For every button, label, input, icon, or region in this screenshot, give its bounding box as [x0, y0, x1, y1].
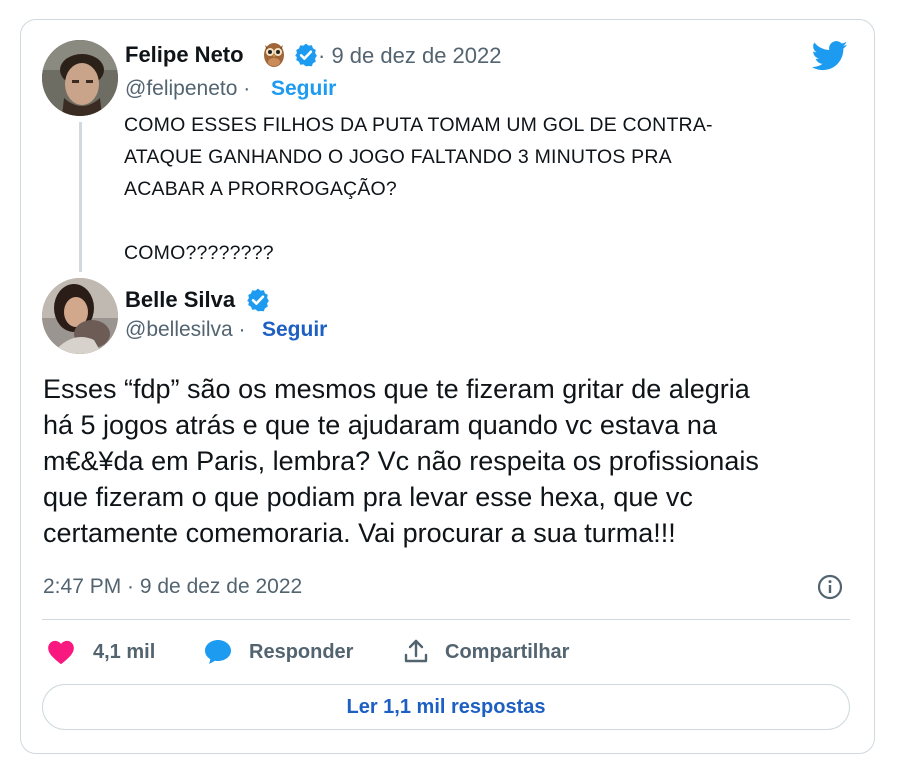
- verified-badge-icon: [247, 288, 269, 312]
- divider: [42, 619, 850, 620]
- reply-button[interactable]: Responder: [203, 636, 353, 668]
- quoted-tweet-text: COMO ESSES FILHOS DA PUTA TOMAM UM GOL D…: [124, 114, 713, 264]
- share-label: Compartilhar: [445, 640, 570, 663]
- thread-connector-line: [79, 122, 82, 272]
- reply-author-handle[interactable]: @bellesilva ·: [125, 318, 246, 342]
- quoted-tweet-date[interactable]: · 9 de dez de 2022: [318, 43, 501, 69]
- reply-author-name[interactable]: Belle Silva: [125, 287, 235, 313]
- share-icon: [404, 639, 428, 663]
- follow-belle-button[interactable]: Seguir: [262, 318, 327, 342]
- reply-tweet-text: Esses “fdp” são os mesmos que te fizeram…: [43, 374, 759, 548]
- verified-badge-icon: [295, 43, 317, 67]
- speech-bubble-icon: [205, 640, 231, 664]
- reply-label: Responder: [249, 640, 354, 663]
- read-replies-button[interactable]: Ler 1,1 mil respostas: [42, 684, 850, 730]
- heart-icon: [48, 640, 74, 665]
- quoted-author-name[interactable]: Felipe Neto: [125, 42, 244, 68]
- quoted-author-handle[interactable]: @felipeneto ·: [125, 77, 250, 101]
- follow-felipe-button[interactable]: Seguir: [271, 77, 336, 101]
- avatar-belle-silva[interactable]: [42, 278, 118, 354]
- share-button[interactable]: Compartilhar: [403, 636, 569, 668]
- avatar-felipe-neto[interactable]: [42, 40, 118, 116]
- twitter-bird-icon[interactable]: [812, 40, 848, 72]
- like-button[interactable]: 4,1 mil: [47, 636, 155, 668]
- info-icon[interactable]: [816, 573, 844, 601]
- owl-icon: [264, 43, 284, 67]
- like-count: 4,1 mil: [93, 640, 156, 663]
- tweet-timestamp[interactable]: 2:47 PM · 9 de dez de 2022: [43, 575, 302, 599]
